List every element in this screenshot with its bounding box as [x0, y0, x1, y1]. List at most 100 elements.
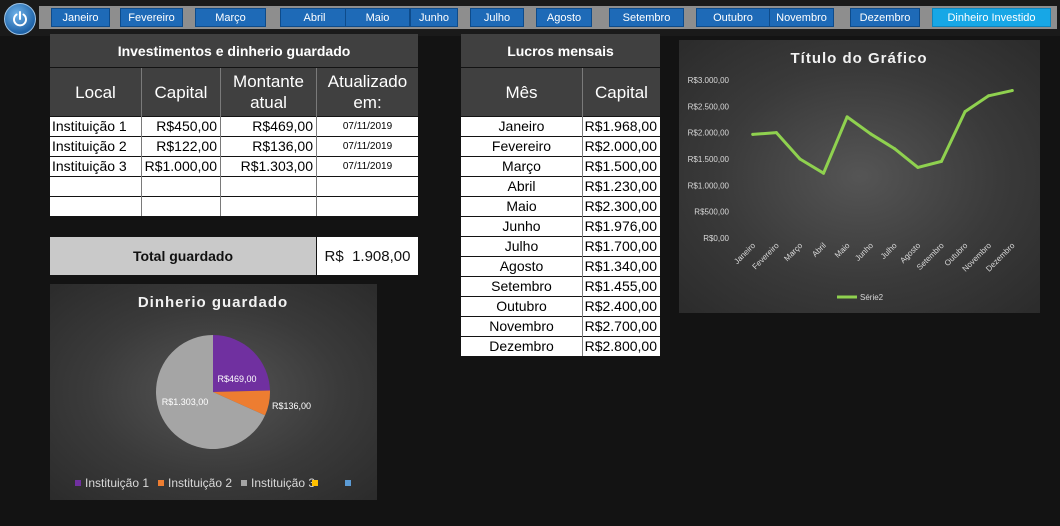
x-tick-label: Maio	[833, 241, 852, 260]
monthly-cell[interactable]: R$2.000,00	[583, 137, 660, 156]
monthly-cell[interactable]: Agosto	[461, 257, 582, 276]
monthly-cell[interactable]: Junho	[461, 217, 582, 236]
monthly-cell[interactable]: Maio	[461, 197, 582, 216]
monthly-cell[interactable]: Dezembro	[461, 337, 582, 356]
nav-invested-button[interactable]: Dinheiro Investido	[932, 8, 1051, 27]
nav-month-2[interactable]: Fevereiro	[120, 8, 183, 27]
monthly-cell[interactable]: R$1.976,00	[583, 217, 660, 236]
investments-cell[interactable]: R$450,00	[142, 117, 220, 136]
monthly-cell[interactable]: Abril	[461, 177, 582, 196]
top-toolbar: Janeiro Fevereiro Março Abril Maio Junho Julho…	[0, 0, 1060, 36]
nav-month-10[interactable]: Outubro	[696, 8, 770, 27]
nav-month-5[interactable]: Maio	[345, 8, 410, 27]
nav-month-1[interactable]: Janeiro	[51, 8, 110, 27]
investments-cell[interactable]	[317, 177, 418, 196]
monthly-cell[interactable]: Fevereiro	[461, 137, 582, 156]
nav-month-12[interactable]: Dezembro	[850, 8, 920, 27]
y-tick-label: R$1.500,00	[688, 155, 730, 164]
series-line[interactable]	[751, 89, 1014, 175]
x-tick-label: Março	[782, 241, 804, 263]
nav-month-7[interactable]: Julho	[470, 8, 524, 27]
investments-cell[interactable]	[50, 197, 141, 216]
investments-cell[interactable]: R$1.303,00	[221, 157, 316, 176]
power-icon	[13, 11, 27, 27]
monthly-cell[interactable]: R$1.340,00	[583, 257, 660, 276]
investments-cell[interactable]	[142, 197, 220, 216]
pie-legend-swatch	[75, 480, 81, 486]
monthly-header-2: Capital	[583, 68, 660, 116]
investments-divider	[316, 68, 317, 216]
nav-month-11[interactable]: Novembro	[769, 8, 834, 27]
investments-cell[interactable]	[142, 177, 220, 196]
investments-cell[interactable]: R$136,00	[221, 137, 316, 156]
investments-header-1: Local	[50, 68, 141, 116]
total-currency: R$	[324, 247, 344, 265]
monthly-cell[interactable]: Julho	[461, 237, 582, 256]
investments-cell[interactable]: Instituição 3	[50, 157, 141, 176]
investments-cell[interactable]	[50, 177, 141, 196]
nav-month-3[interactable]: Março	[195, 8, 266, 27]
monthly-cell[interactable]: R$2.800,00	[583, 337, 660, 356]
monthly-cell[interactable]: R$2.300,00	[583, 197, 660, 216]
pie-data-label: R$469,00	[217, 374, 256, 384]
investments-cell[interactable]	[317, 197, 418, 216]
y-tick-label: R$0,00	[703, 234, 729, 243]
line-chart-title: Título do Gráfico	[791, 50, 928, 67]
pie-chart[interactable]: Dinherio guardado R$469,00 R$136,00 R$1.303…	[50, 284, 377, 500]
monthly-cell[interactable]: Janeiro	[461, 117, 582, 136]
monthly-cell[interactable]: Outubro	[461, 297, 582, 316]
pie-legend-label: Instituição 2	[168, 476, 232, 490]
monthly-cell[interactable]: R$1.500,00	[583, 157, 660, 176]
series-point	[869, 132, 873, 136]
investments-cell[interactable]	[221, 177, 316, 196]
investments-cell[interactable]: 07/11/2019	[317, 137, 418, 156]
series-point	[774, 131, 778, 135]
monthly-cell[interactable]: R$2.400,00	[583, 297, 660, 316]
investments-cell[interactable]: 07/11/2019	[317, 157, 418, 176]
pie-chart-svg: Dinherio guardado R$469,00 R$136,00 R$1.303…	[75, 294, 351, 490]
power-button[interactable]	[4, 3, 36, 35]
investments-cell[interactable]	[221, 197, 316, 216]
pie-legend-label: Instituição 3	[251, 476, 315, 490]
pie-data-label: R$136,00	[272, 401, 311, 411]
x-tick-label: Julho	[879, 241, 899, 261]
monthly-cell[interactable]: R$1.968,00	[583, 117, 660, 136]
x-tick-label: Abril	[810, 241, 828, 259]
series-point	[916, 165, 920, 169]
monthly-cell[interactable]: R$1.700,00	[583, 237, 660, 256]
investments-header-4: Atualizado em:	[317, 68, 418, 116]
nav-month-8[interactable]: Agosto	[536, 8, 592, 27]
investments-header-2: Capital	[142, 68, 220, 116]
pie-legend-label: Instituição 1	[85, 476, 149, 490]
monthly-cell[interactable]: Março	[461, 157, 582, 176]
pie-legend-swatch	[345, 480, 351, 486]
investments-cell[interactable]: R$1.000,00	[142, 157, 220, 176]
monthly-cell[interactable]: Setembro	[461, 277, 582, 296]
monthly-cell[interactable]: R$2.700,00	[583, 317, 660, 336]
line-chart[interactable]: Título do Gráfico R$0,00 R$500,00 R$1.000,0…	[679, 40, 1040, 313]
monthly-cell[interactable]: R$1.230,00	[583, 177, 660, 196]
series-point	[1010, 89, 1014, 93]
series-point	[845, 115, 849, 119]
investments-cell[interactable]: 07/11/2019	[317, 117, 418, 136]
investments-cell[interactable]: R$469,00	[221, 117, 316, 136]
series-point	[798, 157, 802, 161]
pie-legend-swatch	[241, 480, 247, 486]
nav-month-9[interactable]: Setembro	[609, 8, 684, 27]
series-point	[963, 110, 967, 114]
investments-divider	[141, 68, 142, 216]
x-tick-label: Junho	[853, 241, 875, 263]
pie-title: Dinherio guardado	[138, 294, 288, 311]
series-point	[987, 94, 991, 98]
investments-cell[interactable]: Instituição 2	[50, 137, 141, 156]
nav-month-6[interactable]: Junho	[410, 8, 458, 27]
y-tick-label: R$2.000,00	[688, 129, 730, 138]
total-saved-label: Total guardado	[50, 237, 316, 275]
investments-header-3: Montante atual	[221, 68, 316, 116]
series-point	[939, 159, 943, 163]
investments-cell[interactable]: R$122,00	[142, 137, 220, 156]
nav-month-4[interactable]: Abril	[280, 8, 349, 27]
monthly-cell[interactable]: R$1.455,00	[583, 277, 660, 296]
investments-cell[interactable]: Instituição 1	[50, 117, 141, 136]
monthly-cell[interactable]: Novembro	[461, 317, 582, 336]
